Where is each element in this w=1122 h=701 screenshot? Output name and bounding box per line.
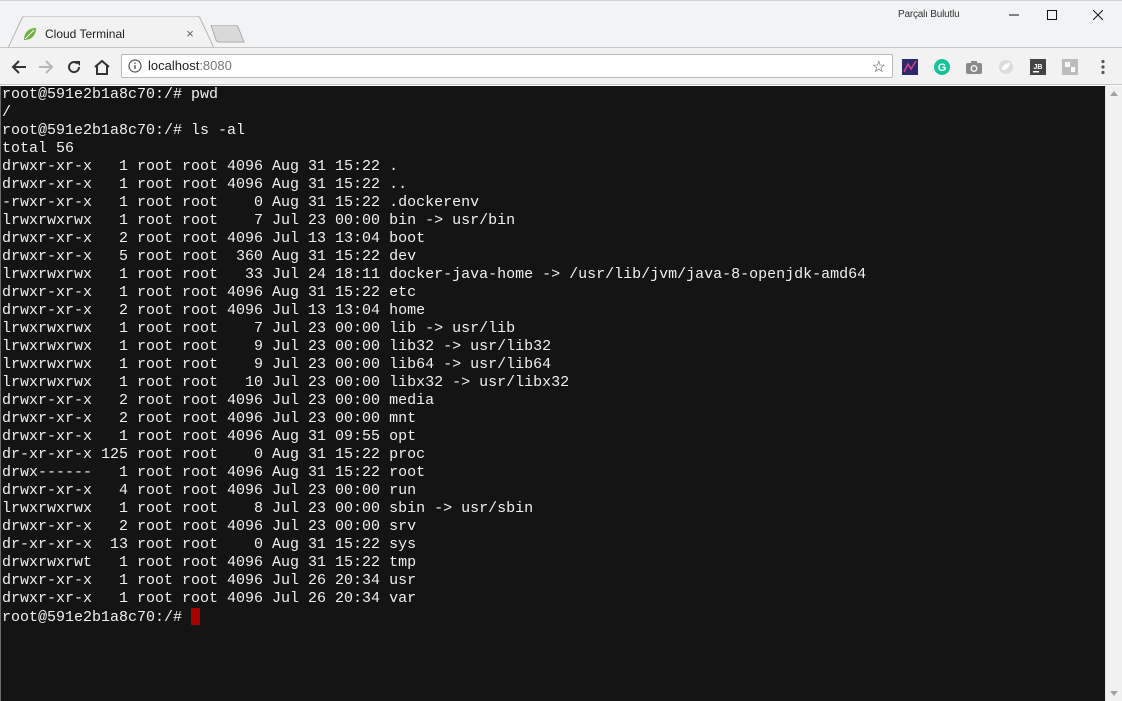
info-icon[interactable] xyxy=(128,59,142,73)
leaf-icon xyxy=(24,28,36,40)
bookmark-star-icon[interactable]: ☆ xyxy=(872,57,886,77)
terminal-screen[interactable]: root@591e2b1a8c70:/# pwd / root@591e2b1a8c… xyxy=(1,86,1105,701)
back-icon xyxy=(11,60,26,74)
jetbrains-button[interactable]: JB xyxy=(1029,58,1047,76)
address-bar[interactable]: localhost:8080 ☆ xyxy=(121,54,893,78)
terminal-line: drwxr-xr-x 2 root root 4096 Jul 13 13:04… xyxy=(2,230,426,247)
tab-content: Cloud Terminal xyxy=(22,24,125,44)
terminal-line: drwxr-xr-x 2 root root 4096 Jul 23 00:00… xyxy=(2,410,417,427)
reload-button[interactable] xyxy=(64,57,84,77)
terminal-scrollbar[interactable] xyxy=(1105,86,1122,701)
tab-title: Cloud Terminal xyxy=(45,27,125,41)
scroll-up-arrow-icon[interactable] xyxy=(1110,91,1118,96)
extension-cloud-icon xyxy=(999,60,1013,74)
maximize-button[interactable] xyxy=(1029,0,1075,30)
close-icon xyxy=(1093,10,1103,20)
browser-toolbar: localhost:8080 ☆ G JB xyxy=(0,47,1122,85)
terminal-prompt-line[interactable]: root@591e2b1a8c70:/# xyxy=(2,608,866,627)
terminal-line: drwxr-xr-x 1 root root 4096 Jul 26 20:34… xyxy=(2,572,417,589)
back-button[interactable] xyxy=(9,57,29,77)
terminal-line: drwxr-xr-x 5 root root 360 Aug 31 15:22 … xyxy=(2,248,417,265)
terminal-line: / xyxy=(2,104,12,121)
home-icon xyxy=(94,59,110,75)
terminal-prompt: root@591e2b1a8c70:/# xyxy=(2,609,192,626)
terminal-line: lrwxrwxrwx 1 root root 10 Jul 23 00:00 l… xyxy=(2,374,570,391)
menu-icon xyxy=(1101,59,1105,75)
window-titlebar: Cloud Terminal × Parçalı Bulutlu xyxy=(0,0,1122,48)
url-text[interactable]: localhost:8080 xyxy=(148,58,232,73)
terminal-line: drwxr-xr-x 2 root root 4096 Jul 23 00:00… xyxy=(2,392,435,409)
extension-graph-icon xyxy=(902,59,918,75)
close-window-button[interactable] xyxy=(1075,0,1121,30)
terminal-line: dr-xr-xr-x 125 root root 0 Aug 31 15:22 … xyxy=(2,446,426,463)
minimize-icon xyxy=(1009,14,1019,16)
terminal-line: root@591e2b1a8c70:/# ls -al xyxy=(2,122,246,139)
terminal-line: lrwxrwxrwx 1 root root 7 Jul 23 00:00 bi… xyxy=(2,212,516,229)
terminal-line: drwxr-xr-x 1 root root 4096 Jul 26 20:34… xyxy=(2,590,417,607)
grammarly-icon: G xyxy=(934,59,950,75)
terminal-line: drwxr-xr-x 1 root root 4096 Aug 31 15:22… xyxy=(2,176,408,193)
maximize-icon xyxy=(1047,10,1057,20)
svg-text:G: G xyxy=(938,62,947,74)
terminal-line: lrwxrwxrwx 1 root root 7 Jul 23 00:00 li… xyxy=(2,320,516,337)
tab-close-button[interactable]: × xyxy=(182,25,198,41)
terminal-line: lrwxrwxrwx 1 root root 9 Jul 23 00:00 li… xyxy=(2,338,552,355)
forward-button[interactable] xyxy=(36,57,56,77)
terminal-line: dr-xr-xr-x 13 root root 0 Aug 31 15:22 s… xyxy=(2,536,417,553)
url-host: localhost xyxy=(148,58,200,73)
jetbrains-icon: JB xyxy=(1030,59,1046,75)
terminal-line: lrwxrwxrwx 1 root root 8 Jul 23 00:00 sb… xyxy=(2,500,534,517)
extension-icon-4[interactable] xyxy=(997,58,1015,76)
terminal-line: drwxr-xr-x 2 root root 4096 Jul 13 13:04… xyxy=(2,302,426,319)
terminal-output: root@591e2b1a8c70:/# pwd / root@591e2b1a8c… xyxy=(2,86,866,627)
terminal-line: root@591e2b1a8c70:/# pwd xyxy=(2,86,219,103)
terminal-line: drwxr-xr-x 2 root root 4096 Jul 23 00:00… xyxy=(2,518,417,535)
terminal-line: drwxr-xr-x 1 root root 4096 Aug 31 15:22… xyxy=(2,158,399,175)
svg-text:JB: JB xyxy=(1034,64,1043,71)
terminal-line: lrwxrwxrwx 1 root root 9 Jul 23 00:00 li… xyxy=(2,356,552,373)
scroll-down-arrow-icon[interactable] xyxy=(1110,691,1118,696)
home-button[interactable] xyxy=(92,57,112,77)
profile-name[interactable]: Parçalı Bulutlu xyxy=(898,9,960,20)
terminal-cursor xyxy=(191,608,201,625)
terminal-line: -rwxr-xr-x 1 root root 0 Aug 31 15:22 .d… xyxy=(2,194,480,211)
grammarly-button[interactable]: G xyxy=(933,58,951,76)
forward-icon xyxy=(39,60,54,74)
camera-button[interactable] xyxy=(965,58,983,76)
extension-grey-icon xyxy=(1062,59,1078,75)
terminal-line: total 56 xyxy=(2,140,75,157)
chrome-menu-button[interactable] xyxy=(1094,58,1112,76)
extension-icon-1[interactable] xyxy=(901,58,919,76)
terminal-line: drwx------ 1 root root 4096 Aug 31 15:22… xyxy=(2,464,426,481)
terminal-line: drwxrwxrwt 1 root root 4096 Aug 31 15:22… xyxy=(2,554,417,571)
terminal-line: drwxr-xr-x 4 root root 4096 Jul 23 00:00… xyxy=(2,482,417,499)
extension-icon-6[interactable] xyxy=(1061,58,1079,76)
terminal-line: lrwxrwxrwx 1 root root 33 Jul 24 18:11 d… xyxy=(2,266,867,283)
reload-icon xyxy=(68,61,81,74)
url-port: :8080 xyxy=(199,58,232,73)
terminal-line: drwxr-xr-x 1 root root 4096 Aug 31 15:22… xyxy=(2,284,417,301)
terminal-line: drwxr-xr-x 1 root root 4096 Aug 31 09:55… xyxy=(2,428,417,445)
new-tab-button[interactable] xyxy=(209,25,245,43)
camera-icon xyxy=(966,61,982,74)
